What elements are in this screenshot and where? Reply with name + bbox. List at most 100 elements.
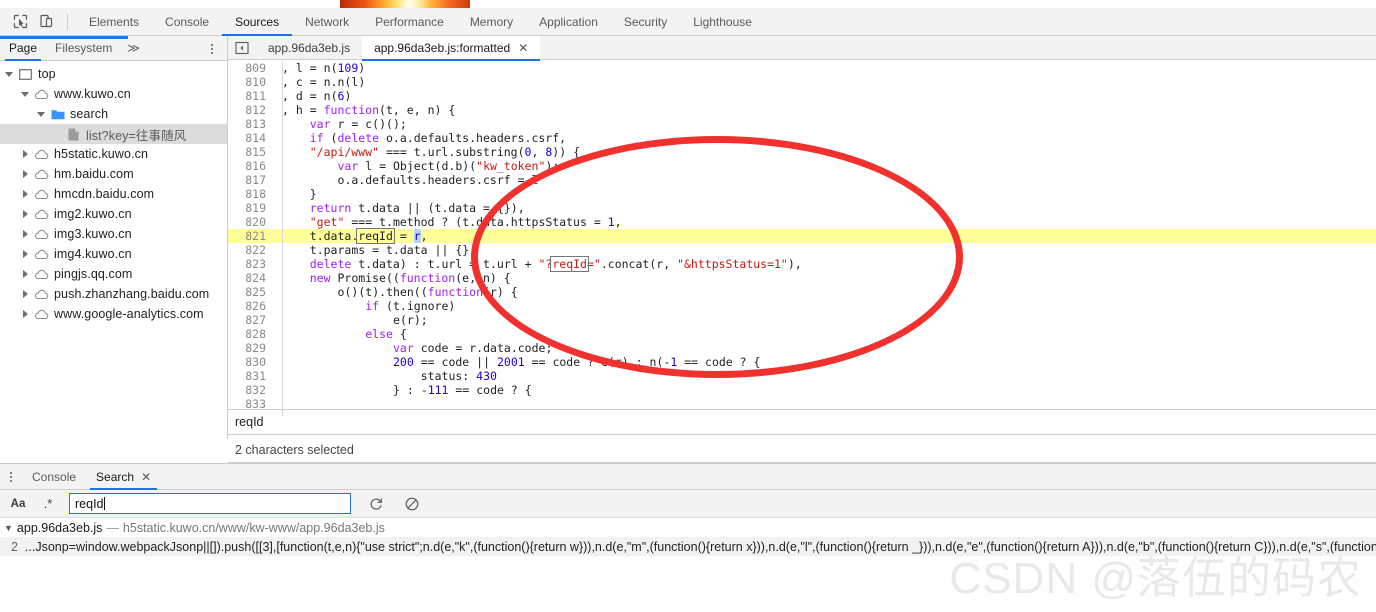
tab-performance[interactable]: Performance — [362, 8, 457, 36]
line-number: 820 — [228, 215, 274, 229]
code-line[interactable]: 816 var l = Object(d.b)("kw_token"); — [228, 159, 1376, 173]
tab-network[interactable]: Network — [292, 8, 362, 36]
tree-item-img3-kuwo-cn[interactable]: img3.kuwo.cn — [0, 224, 227, 244]
tab-lighthouse[interactable]: Lighthouse — [680, 8, 765, 36]
code-text: else { — [274, 327, 407, 341]
search-result-file[interactable]: ▼ app.96da3eb.js — h5static.kuwo.cn/www/… — [0, 518, 1376, 537]
tree-item-h5static-kuwo-cn[interactable]: h5static.kuwo.cn — [0, 144, 227, 164]
tree-item-push-zhanzhang-baidu-com[interactable]: push.zhanzhang.baidu.com — [0, 284, 227, 304]
nav-tab-filesystem-label: Filesystem — [55, 41, 112, 55]
code-line[interactable]: 815 "/api/www" === t.url.substring(0, 8)… — [228, 145, 1376, 159]
chevron-right-icon[interactable] — [20, 248, 32, 260]
nav-more-tabs-icon[interactable]: ≫ — [121, 41, 146, 55]
code-text: , c = n.n(l) — [274, 75, 365, 89]
close-icon[interactable]: ✕ — [518, 41, 528, 55]
code-line[interactable]: 820 "get" === t.method ? (t.data.httpsSt… — [228, 215, 1376, 229]
code-line[interactable]: 817 o.a.defaults.headers.csrf = l — [228, 173, 1376, 187]
inline-search-input[interactable]: reqId — [228, 409, 1376, 435]
drawer-tab-console[interactable]: Console — [22, 464, 86, 490]
tree-item-label: img3.kuwo.cn — [54, 227, 132, 241]
code-line[interactable]: 811, d = n(6) — [228, 89, 1376, 103]
line-number: 813 — [228, 117, 274, 131]
show-navigator-icon[interactable] — [228, 36, 256, 59]
nav-tab-filesystem[interactable]: Filesystem — [46, 36, 121, 61]
navigator-options-icon[interactable] — [205, 40, 219, 57]
file-icon — [65, 127, 82, 141]
tree-item-img4-kuwo-cn[interactable]: img4.kuwo.cn — [0, 244, 227, 264]
chevron-down-icon[interactable] — [4, 68, 16, 80]
drawer-tab-search-label: Search — [96, 470, 134, 484]
close-icon[interactable]: ✕ — [141, 470, 151, 484]
code-line[interactable]: 828 else { — [228, 327, 1376, 341]
code-line[interactable]: 810, c = n.n(l) — [228, 75, 1376, 89]
code-line[interactable]: 825 o()(t).then((function(r) { — [228, 285, 1376, 299]
code-line[interactable]: 823 delete t.data) : t.url = t.url + "?r… — [228, 257, 1376, 271]
device-toolbar-icon[interactable] — [33, 9, 59, 35]
chevron-right-icon[interactable] — [20, 208, 32, 220]
code-viewer[interactable]: 809, l = n(109)810, c = n.n(l)811, d = n… — [228, 61, 1376, 416]
tree-item-www-kuwo-cn[interactable]: www.kuwo.cn — [0, 84, 227, 104]
code-line[interactable]: 813 var r = c()(); — [228, 117, 1376, 131]
code-line[interactable]: 830 200 == code || 2001 == code ? e(r) :… — [228, 355, 1376, 369]
code-line[interactable]: 822 t.params = t.data || {}, — [228, 243, 1376, 257]
inspect-element-icon[interactable] — [7, 9, 33, 35]
code-line[interactable]: 832 } : -111 == code ? { — [228, 383, 1376, 397]
drawer-tabbar: Console Search ✕ — [0, 464, 1376, 490]
frame-icon — [17, 67, 34, 81]
tab-memory[interactable]: Memory — [457, 8, 526, 36]
chevron-down-icon[interactable] — [20, 88, 32, 100]
tab-console[interactable]: Console — [152, 8, 222, 36]
tab-application[interactable]: Application — [526, 8, 611, 36]
code-line[interactable]: 824 new Promise((function(e, n) { — [228, 271, 1376, 285]
tree-item-www-google-analytics-com[interactable]: www.google-analytics.com — [0, 304, 227, 324]
code-line[interactable]: 831 status: 430 — [228, 369, 1376, 383]
code-line[interactable]: 809, l = n(109) — [228, 61, 1376, 75]
nav-tab-page[interactable]: Page — [0, 36, 46, 61]
code-text: t.data.reqId = r, — [274, 229, 428, 243]
tree-item-top[interactable]: top — [0, 64, 227, 84]
editor-tab-app-js[interactable]: app.96da3eb.js — [256, 36, 362, 60]
chevron-right-icon[interactable] — [20, 148, 32, 160]
chevron-right-icon[interactable] — [20, 308, 32, 320]
search-input[interactable]: reqId — [69, 493, 351, 514]
chevron-down-icon[interactable] — [36, 108, 48, 120]
search-result-row[interactable]: 2 ...Jsonp=window.webpackJsonp||[]).push… — [0, 537, 1376, 556]
tab-elements[interactable]: Elements — [76, 8, 152, 36]
code-text: } : -111 == code ? { — [274, 383, 532, 397]
editor-tab-app-js-formatted-label: app.96da3eb.js:formatted — [374, 41, 510, 55]
editor-tab-app-js-formatted[interactable]: app.96da3eb.js:formatted ✕ — [362, 36, 540, 60]
chevron-right-icon[interactable] — [20, 168, 32, 180]
code-line[interactable]: 818 } — [228, 187, 1376, 201]
code-line[interactable]: 829 var code = r.data.code; — [228, 341, 1376, 355]
cloud-icon — [33, 187, 50, 201]
refresh-icon[interactable] — [365, 494, 387, 514]
line-number: 816 — [228, 159, 274, 173]
line-number: 822 — [228, 243, 274, 257]
tree-item-pingjs-qq-com[interactable]: pingjs.qq.com — [0, 264, 227, 284]
chevron-right-icon[interactable] — [20, 288, 32, 300]
tab-security[interactable]: Security — [611, 8, 680, 36]
code-line[interactable]: 821 t.data.reqId = r, — [228, 229, 1376, 243]
match-case-toggle[interactable]: Aa — [7, 494, 29, 514]
line-number: 830 — [228, 355, 274, 369]
code-line[interactable]: 826 if (t.ignore) — [228, 299, 1376, 313]
tab-sources[interactable]: Sources — [222, 8, 292, 36]
drawer-options-icon[interactable] — [0, 464, 22, 490]
regex-toggle[interactable]: .* — [37, 494, 59, 514]
chevron-right-icon[interactable] — [20, 188, 32, 200]
chevron-right-icon[interactable] — [20, 228, 32, 240]
code-line[interactable]: 814 if (delete o.a.defaults.headers.csrf… — [228, 131, 1376, 145]
tree-item-list-key[interactable]: list?key=往事随风 — [0, 124, 227, 144]
chevron-right-icon[interactable] — [20, 268, 32, 280]
tree-item-hm-baidu-com[interactable]: hm.baidu.com — [0, 164, 227, 184]
tree-item-hmcdn-baidu-com[interactable]: hmcdn.baidu.com — [0, 184, 227, 204]
code-line[interactable]: 819 return t.data || (t.data = {}), — [228, 201, 1376, 215]
clear-icon[interactable] — [401, 494, 423, 514]
code-line[interactable]: 812, h = function(t, e, n) { — [228, 103, 1376, 117]
tree-item-img2-kuwo-cn[interactable]: img2.kuwo.cn — [0, 204, 227, 224]
code-line[interactable]: 827 e(r); — [228, 313, 1376, 327]
line-number: 812 — [228, 103, 274, 117]
chevron-down-icon[interactable]: ▼ — [4, 523, 13, 533]
drawer-tab-search[interactable]: Search ✕ — [86, 464, 161, 490]
tree-item-search[interactable]: search — [0, 104, 227, 124]
